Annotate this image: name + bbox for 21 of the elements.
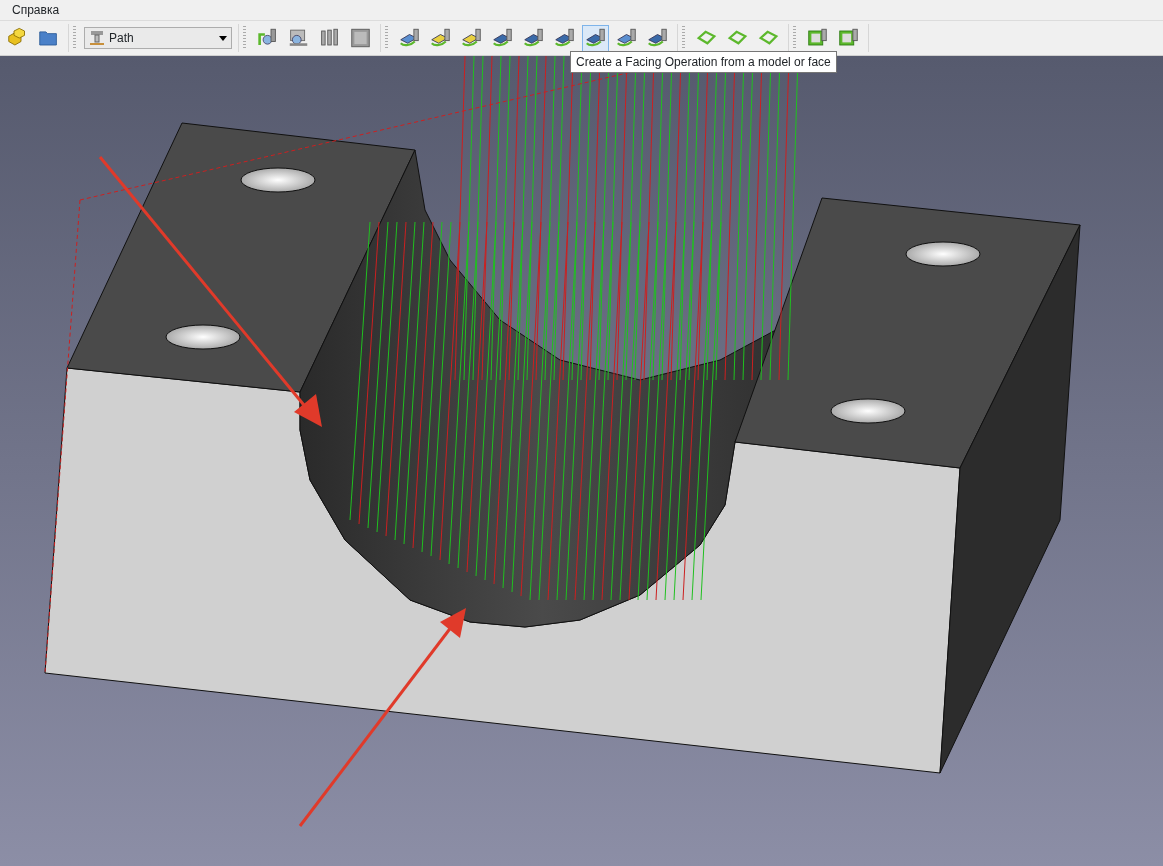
mill-icon	[89, 30, 105, 46]
machine-icon	[288, 27, 309, 49]
operation-icon	[554, 27, 575, 49]
frame-icon	[807, 27, 828, 49]
operation-icon	[647, 27, 668, 49]
operation-icon	[461, 27, 482, 49]
operation-icon	[399, 27, 420, 49]
shapes-icon	[7, 27, 28, 49]
frame-icon	[838, 27, 859, 49]
stock-icon	[350, 27, 371, 49]
facing-icon	[585, 27, 606, 49]
operation-icon	[492, 27, 513, 49]
caret-icon	[219, 35, 227, 41]
operation-icon	[616, 27, 637, 49]
tooltip: Create a Facing Operation from a model or face	[570, 51, 837, 73]
operation-icon	[523, 27, 544, 49]
drill-bits-icon	[319, 27, 340, 49]
menu-item[interactable]: Справка	[6, 1, 66, 19]
workbench-dropdown[interactable]: Path	[84, 27, 232, 49]
operation-icon	[430, 27, 451, 49]
toolbar-button[interactable]	[582, 24, 609, 52]
